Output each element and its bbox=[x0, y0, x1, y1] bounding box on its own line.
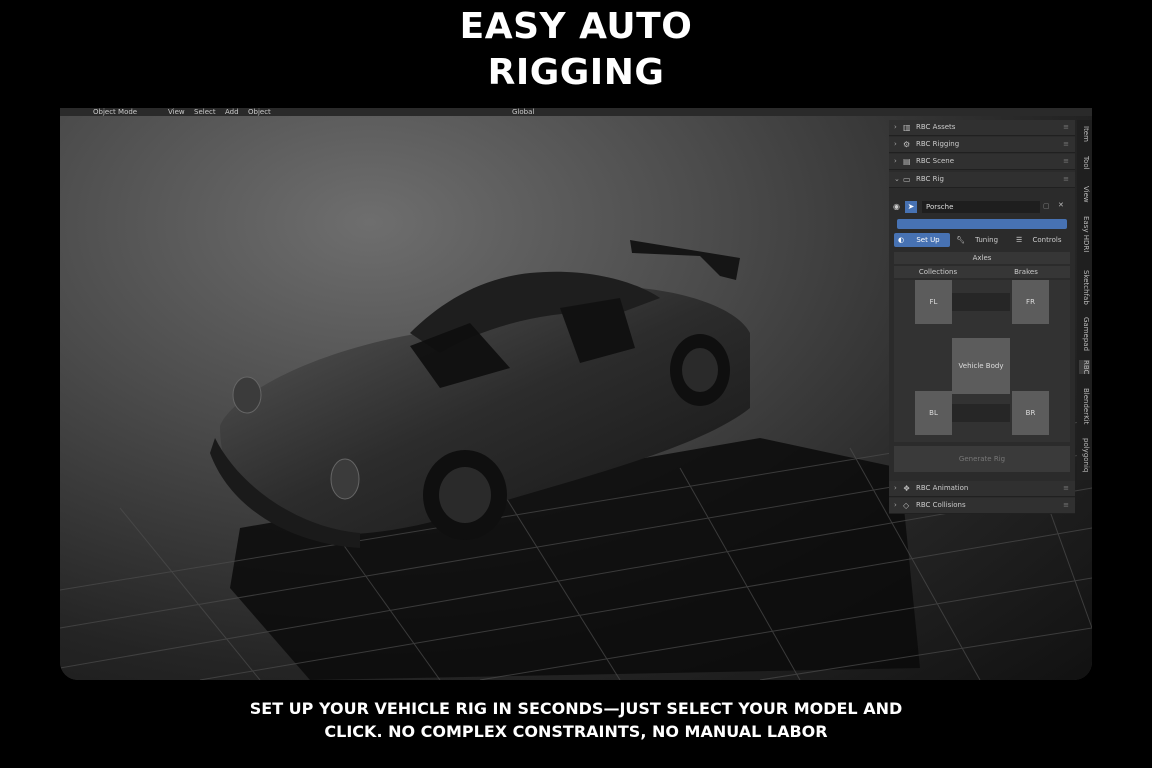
object-name-field[interactable]: Porsche bbox=[922, 201, 1040, 213]
wheel-fl-slot[interactable]: FL bbox=[915, 280, 952, 324]
eye-icon[interactable]: ◉ bbox=[893, 202, 900, 211]
wrench-icon: 🔧︎ bbox=[956, 236, 965, 244]
panel-header-assets[interactable]: › ▥ RBC Assets ≡ bbox=[889, 120, 1075, 136]
tab-label: Tuning bbox=[975, 236, 999, 244]
transform-orientation-dropdown[interactable]: Global bbox=[512, 108, 534, 116]
chevron-right-icon: › bbox=[894, 501, 897, 509]
caption-line1: SET UP YOUR VEHICLE RIG IN SECONDS—JUST … bbox=[249, 699, 903, 718]
tab-label: Set Up bbox=[916, 236, 940, 244]
gear-icon: ⚙ bbox=[903, 140, 911, 149]
setup-icon: ◐ bbox=[898, 236, 905, 244]
tab-controls[interactable]: ☰ Controls bbox=[1012, 233, 1070, 247]
wheel-fr-slot[interactable]: FR bbox=[1012, 280, 1049, 324]
generate-rig-button[interactable]: Generate Rig bbox=[894, 446, 1070, 472]
side-tab-rbc[interactable]: RBC bbox=[1079, 360, 1090, 375]
menu-view[interactable]: View bbox=[168, 108, 185, 116]
menu-add[interactable]: Add bbox=[225, 108, 239, 116]
rig-tabs: ◐ Set Up 🔧︎ Tuning ☰ Controls bbox=[894, 233, 1070, 247]
animation-icon: ❖ bbox=[903, 484, 911, 493]
side-tab-view[interactable]: View bbox=[1079, 186, 1090, 203]
close-icon[interactable]: ✕ bbox=[1058, 201, 1064, 209]
tab-tuning[interactable]: 🔧︎ Tuning bbox=[952, 233, 1010, 247]
cursor-icon[interactable]: ➤ bbox=[905, 201, 917, 213]
drag-handle-icon[interactable]: ≡ bbox=[1063, 484, 1069, 492]
chevron-right-icon: › bbox=[894, 157, 897, 165]
scene-icon: ▤ bbox=[903, 157, 911, 166]
tab-setup[interactable]: ◐ Set Up bbox=[894, 233, 950, 247]
side-tab-easy-hdri[interactable]: Easy HDRI bbox=[1079, 216, 1090, 252]
panel-header-rigging[interactable]: › ⚙ RBC Rigging ≡ bbox=[889, 137, 1075, 153]
panel-label: RBC Scene bbox=[916, 157, 954, 165]
side-tab-gamepad[interactable]: Gamepad bbox=[1079, 317, 1090, 351]
sidebar-panel: › ▥ RBC Assets ≡ › ⚙ RBC Rigging ≡ › ▤ R… bbox=[889, 120, 1075, 514]
headline-line1: EASY AUTO bbox=[459, 6, 693, 47]
panel-label: RBC Rigging bbox=[916, 140, 960, 148]
select-vehicle-button[interactable] bbox=[897, 219, 1067, 229]
front-axle-bar bbox=[952, 293, 1010, 311]
menu-select[interactable]: Select bbox=[194, 108, 216, 116]
car-icon: ▭ bbox=[903, 175, 911, 184]
panel-header-scene[interactable]: › ▤ RBC Scene ≡ bbox=[889, 154, 1075, 170]
panel-label: RBC Animation bbox=[916, 484, 969, 492]
panel-header-rig[interactable]: ⌄ ▭ RBC Rig ≡ bbox=[889, 172, 1075, 188]
wheel-br-slot[interactable]: BR bbox=[1012, 391, 1049, 435]
chevron-right-icon: › bbox=[894, 140, 897, 148]
drag-handle-icon[interactable]: ≡ bbox=[1063, 175, 1069, 183]
side-tab-sketchfab[interactable]: Sketchfab bbox=[1079, 270, 1090, 305]
side-tab-item[interactable]: Item bbox=[1079, 126, 1090, 142]
vehicle-body-slot[interactable]: Vehicle Body bbox=[952, 338, 1010, 394]
caption-line2: CLICK. NO COMPLEX CONSTRAINTS, NO MANUAL… bbox=[324, 722, 828, 741]
sliders-icon: ☰ bbox=[1016, 236, 1023, 244]
panel-label: RBC Assets bbox=[916, 123, 956, 131]
drag-handle-icon[interactable]: ≡ bbox=[1063, 140, 1069, 148]
assets-icon: ▥ bbox=[903, 123, 911, 132]
panel-header-animation[interactable]: › ❖ RBC Animation ≡ bbox=[889, 481, 1075, 497]
panel-label: RBC Rig bbox=[916, 175, 944, 183]
drag-handle-icon[interactable]: ≡ bbox=[1063, 123, 1069, 131]
chevron-down-icon: ⌄ bbox=[894, 175, 900, 183]
sidebar-vertical-tabs: Item Tool View Easy HDRI Sketchfab Gamep… bbox=[1077, 120, 1092, 480]
mode-dropdown[interactable]: Object Mode bbox=[93, 108, 137, 116]
headline-line2: RIGGING bbox=[487, 52, 665, 93]
drag-handle-icon[interactable]: ≡ bbox=[1063, 501, 1069, 509]
blender-window: Object Mode View Select Add Object Globa… bbox=[60, 108, 1092, 680]
tab-label: Controls bbox=[1032, 236, 1062, 244]
rear-axle-bar bbox=[952, 404, 1010, 422]
collision-icon: ◇ bbox=[903, 501, 910, 510]
copy-icon[interactable]: ▢ bbox=[1043, 202, 1050, 210]
panel-label: RBC Collisions bbox=[916, 501, 966, 509]
rig-object-row: ◉ ➤ Porsche ▢ ✕ bbox=[893, 201, 1071, 213]
wheel-bl-slot[interactable]: BL bbox=[915, 391, 952, 435]
viewport-header: Object Mode View Select Add Object Globa… bbox=[60, 108, 1092, 116]
panel-header-collisions[interactable]: › ◇ RBC Collisions ≡ bbox=[889, 498, 1075, 514]
drag-handle-icon[interactable]: ≡ bbox=[1063, 157, 1069, 165]
menu-object[interactable]: Object bbox=[248, 108, 271, 116]
side-tab-blenderkit[interactable]: BlenderKit bbox=[1079, 388, 1090, 424]
collections-label[interactable]: Collections bbox=[894, 266, 982, 278]
chevron-right-icon: › bbox=[894, 484, 897, 492]
chevron-right-icon: › bbox=[894, 123, 897, 131]
side-tab-tool[interactable]: Tool bbox=[1079, 156, 1090, 170]
side-tab-polygoniq[interactable]: polygoniq bbox=[1079, 438, 1090, 472]
brakes-label[interactable]: Brakes bbox=[982, 266, 1070, 278]
axles-section: Axles bbox=[894, 252, 1070, 264]
